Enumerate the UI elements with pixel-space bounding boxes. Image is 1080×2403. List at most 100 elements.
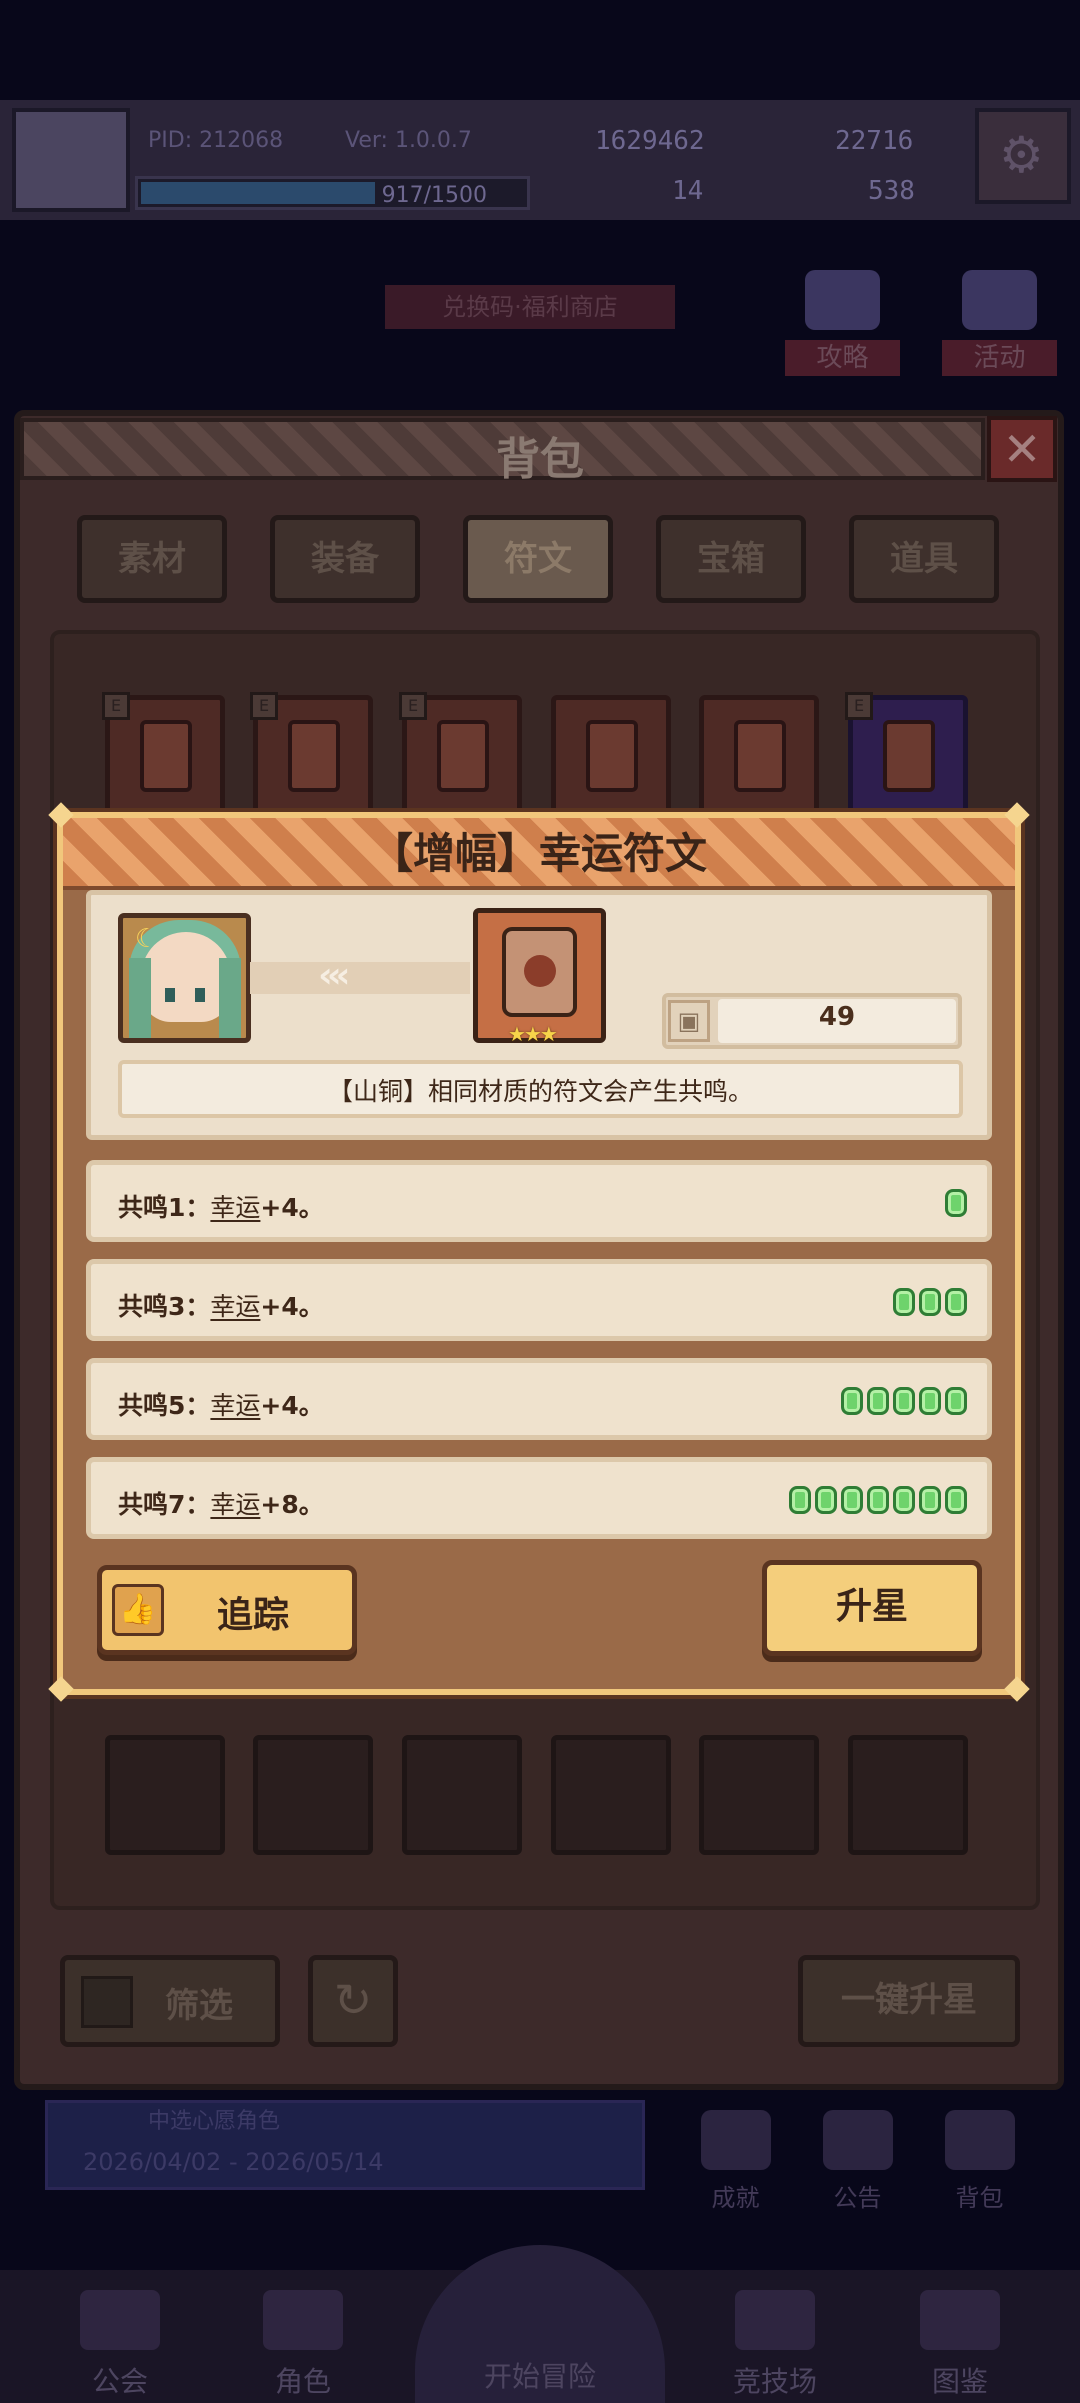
modal-title: 【增幅】幸运符文 [370,829,707,878]
filter-button[interactable]: 筛选 [60,1955,280,2047]
equipped-tag: E [399,692,427,720]
star-up-button[interactable]: 升星 [762,1560,982,1656]
inventory-slot[interactable]: E [250,692,373,815]
track-label: 追踪 [217,1595,290,1636]
resonance-dot [893,1387,915,1415]
inventory-slot[interactable] [551,695,671,815]
resonance-text: 共鸣7：幸运+8。 [118,1485,324,1521]
balloon-icon [962,270,1037,330]
resonance-text: 共鸣5：幸运+4。 [118,1386,324,1422]
notice-label: 公告 [833,2184,882,2212]
nav-guild-label: 公会 [91,2365,148,2398]
nav-arena[interactable]: 竞技场 [700,2290,850,2400]
bag-button[interactable]: 背包 [932,2110,1027,2215]
star-up-all-button[interactable]: 一键升星 [798,1955,1020,2047]
guide-icon [805,270,880,330]
inventory-slot[interactable] [551,1735,671,1855]
close-icon[interactable]: ✕ [987,416,1057,482]
banner-title: 中选心愿角色 [148,2109,281,2134]
nav-codex[interactable]: 图鉴 [885,2290,1035,2400]
resonance-stat[interactable]: 幸运 [210,1490,260,1519]
rune-icon [883,720,935,792]
rune-star-rating: ★★★ [508,1022,558,1046]
equipped-tag: E [845,692,873,720]
resonance-dot [841,1486,863,1514]
resonance-stat[interactable]: 幸运 [210,1193,260,1222]
clover-count: 14 [672,176,704,206]
event-button[interactable]: 活动 [942,270,1057,380]
resonance-value: +4。 [260,1292,324,1321]
resonance-dots [841,1387,967,1415]
resonance-dots [893,1288,967,1316]
notice-button[interactable]: 公告 [810,2110,905,2215]
resonance-text: 共鸣3：幸运+4。 [118,1287,324,1323]
resonance-dot [919,1486,941,1514]
nav-arena-label: 竞技场 [732,2365,817,2398]
tab-equipment[interactable]: 装备 [270,515,420,603]
inventory-slot[interactable]: E [399,692,522,815]
player-pid: PID: 212068 [148,128,284,153]
boots-count: 538 [868,176,915,206]
settings-gear-icon: ⚙ [999,126,1044,184]
resonance-label: 共鸣1： [118,1193,211,1222]
gems-count: 22716 [835,126,914,156]
bag-label: 背包 [955,2184,1004,2212]
nav-guild[interactable]: 公会 [45,2290,195,2400]
resonance-dot [815,1486,837,1514]
achievement-button[interactable]: 成就 [688,2110,783,2215]
rune-icon [437,720,489,792]
tab-chests[interactable]: 宝箱 [656,515,806,603]
resonance-value: +8。 [260,1490,324,1519]
moon-ornament-icon: ☾ [135,924,159,954]
player-avatar[interactable] [12,108,130,212]
filter-label: 筛选 [165,1986,233,2026]
tab-materials[interactable]: 素材 [77,515,227,603]
inventory-slot[interactable]: E [102,692,225,815]
nav-start-adventure[interactable]: 开始冒险 [415,2245,665,2403]
resonance-dot [893,1288,915,1316]
character-hair-left [129,958,151,1038]
codex-icon [920,2290,1000,2350]
inventory-slot[interactable] [699,1735,819,1855]
tab-items[interactable]: 道具 [849,515,999,603]
resonance-label: 共鸣3： [118,1292,211,1321]
count-box-icon: ▣ [668,1000,710,1042]
game-version: Ver: 1.0.0.7 [345,128,472,153]
track-button[interactable]: 👍 追踪 [97,1565,357,1655]
filter-grid-icon [81,1976,133,2028]
rune-icon [288,720,340,792]
banner-date: 2026/04/02 - 2026/05/14 [83,2148,384,2176]
xp-text: 917/1500 [381,183,487,208]
inventory-slot[interactable] [699,695,819,815]
resonance-dot [893,1486,915,1514]
bag-icon [944,2110,1015,2170]
redeem-ribbon[interactable]: 兑换码·福利商店 [385,285,675,329]
guide-button[interactable]: 攻略 [785,270,900,380]
rune-tablet [502,927,577,1017]
swords-icon [735,2290,815,2350]
resonance-text: 共鸣1：幸运+4。 [118,1188,324,1224]
link-arrows-icon: ‹‹‹ [318,955,350,996]
inventory-slot[interactable] [848,1735,968,1855]
inventory-slot[interactable] [253,1735,373,1855]
refresh-icon[interactable]: ↻ [308,1955,398,2047]
character-eye [195,988,205,1002]
rune-icon [734,720,786,792]
resonance-dots [789,1486,967,1514]
resonance-stat[interactable]: 幸运 [210,1292,260,1321]
tab-runes[interactable]: 符文 [463,515,613,603]
resonance-dot [945,1486,967,1514]
equipped-character-portrait[interactable]: ☾ [118,913,251,1043]
resonance-label: 共鸣5： [118,1391,211,1420]
inventory-slot[interactable] [402,1735,522,1855]
guide-label: 攻略 [785,340,900,376]
resonance-dot [789,1486,811,1514]
event-banner[interactable]: 中选心愿角色 2026/04/02 - 2026/05/14 [45,2100,645,2190]
resonance-dot [867,1387,889,1415]
settings-button[interactable]: ⚙ [975,108,1071,204]
resonance-stat[interactable]: 幸运 [210,1391,260,1420]
nav-character[interactable]: 角色 [228,2290,378,2400]
inventory-slot[interactable] [105,1735,225,1855]
resonance-dot [919,1288,941,1316]
inventory-slot[interactable]: E [845,692,968,815]
